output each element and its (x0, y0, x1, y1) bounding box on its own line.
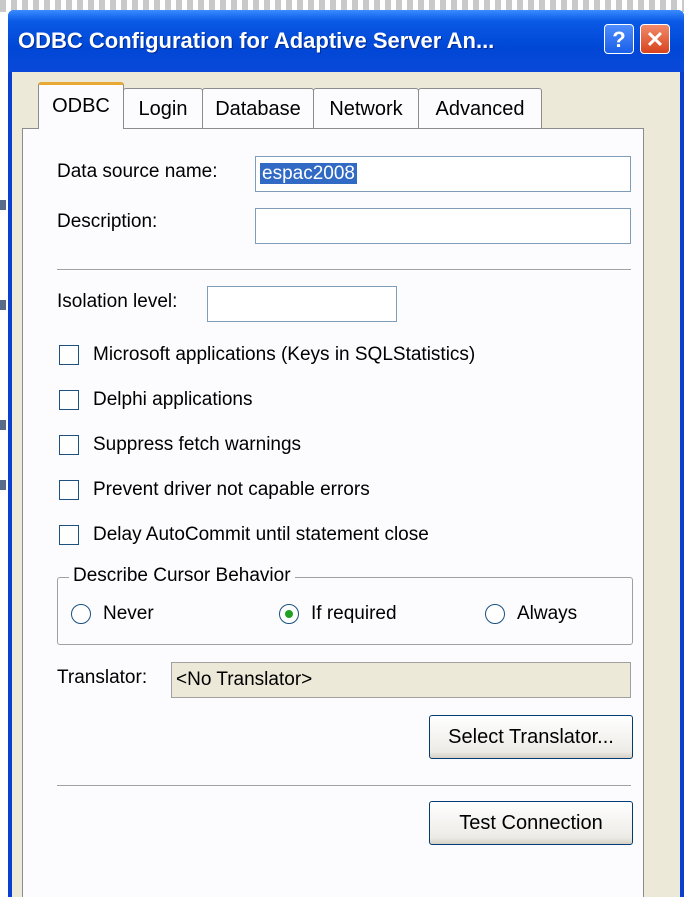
test-connection-button[interactable]: Test Connection (429, 801, 633, 845)
tab-database[interactable]: Database (202, 88, 314, 128)
close-button[interactable]: ✕ (640, 24, 670, 54)
microsoft-apps-label: Microsoft applications (Keys in SQLStati… (93, 344, 476, 365)
delay-autocommit-label: Delay AutoCommit until statement close (93, 524, 429, 545)
isolation-level-label: Isolation level: (57, 291, 178, 312)
dsn-value: espac2008 (260, 163, 357, 184)
dsn-input[interactable]: espac2008 (255, 156, 631, 192)
separator (57, 785, 631, 787)
tab-odbc[interactable]: ODBC (38, 82, 124, 129)
delphi-apps-label: Delphi applications (93, 389, 253, 410)
help-icon: ? (612, 27, 626, 52)
title-bar[interactable]: ODBC Configuration for Adaptive Server A… (8, 10, 684, 72)
window-title: ODBC Configuration for Adaptive Server A… (18, 28, 495, 53)
odbc-tab-panel: Data source name: espac2008 Description:… (22, 128, 644, 897)
never-radio[interactable] (71, 604, 91, 624)
close-icon: ✕ (645, 27, 665, 52)
background-mark (0, 420, 6, 430)
if-required-radio[interactable] (279, 604, 299, 624)
select-translator-button[interactable]: Select Translator... (429, 715, 633, 759)
background-mark (0, 200, 6, 210)
tab-advanced[interactable]: Advanced (418, 88, 542, 128)
isolation-level-input[interactable] (207, 286, 397, 322)
prevent-errors-checkbox[interactable] (59, 480, 79, 500)
description-label: Description: (57, 211, 158, 232)
tab-login[interactable]: Login (123, 88, 203, 128)
dsn-label: Data source name: (57, 161, 218, 182)
never-label: Never (103, 603, 154, 624)
translator-field: <No Translator> (171, 662, 631, 698)
dialog-client-area: ODBC Login Database Network Advanced Dat… (12, 72, 680, 897)
tab-network[interactable]: Network (313, 88, 419, 128)
if-required-label: If required (311, 603, 397, 624)
separator (57, 269, 631, 271)
help-button[interactable]: ? (604, 24, 634, 54)
background-mark (0, 480, 6, 490)
dialog-window: ODBC Configuration for Adaptive Server A… (8, 10, 684, 897)
prevent-errors-label: Prevent driver not capable errors (93, 479, 370, 500)
always-radio[interactable] (485, 604, 505, 624)
delay-autocommit-checkbox[interactable] (59, 525, 79, 545)
description-input[interactable] (255, 208, 631, 244)
cursor-behavior-legend: Describe Cursor Behavior (69, 565, 295, 587)
suppress-warnings-checkbox[interactable] (59, 435, 79, 455)
translator-label: Translator: (57, 667, 148, 688)
delphi-apps-checkbox[interactable] (59, 390, 79, 410)
microsoft-apps-checkbox[interactable] (59, 345, 79, 365)
always-label: Always (517, 603, 578, 624)
suppress-warnings-label: Suppress fetch warnings (93, 434, 302, 455)
background-mark (0, 300, 6, 310)
